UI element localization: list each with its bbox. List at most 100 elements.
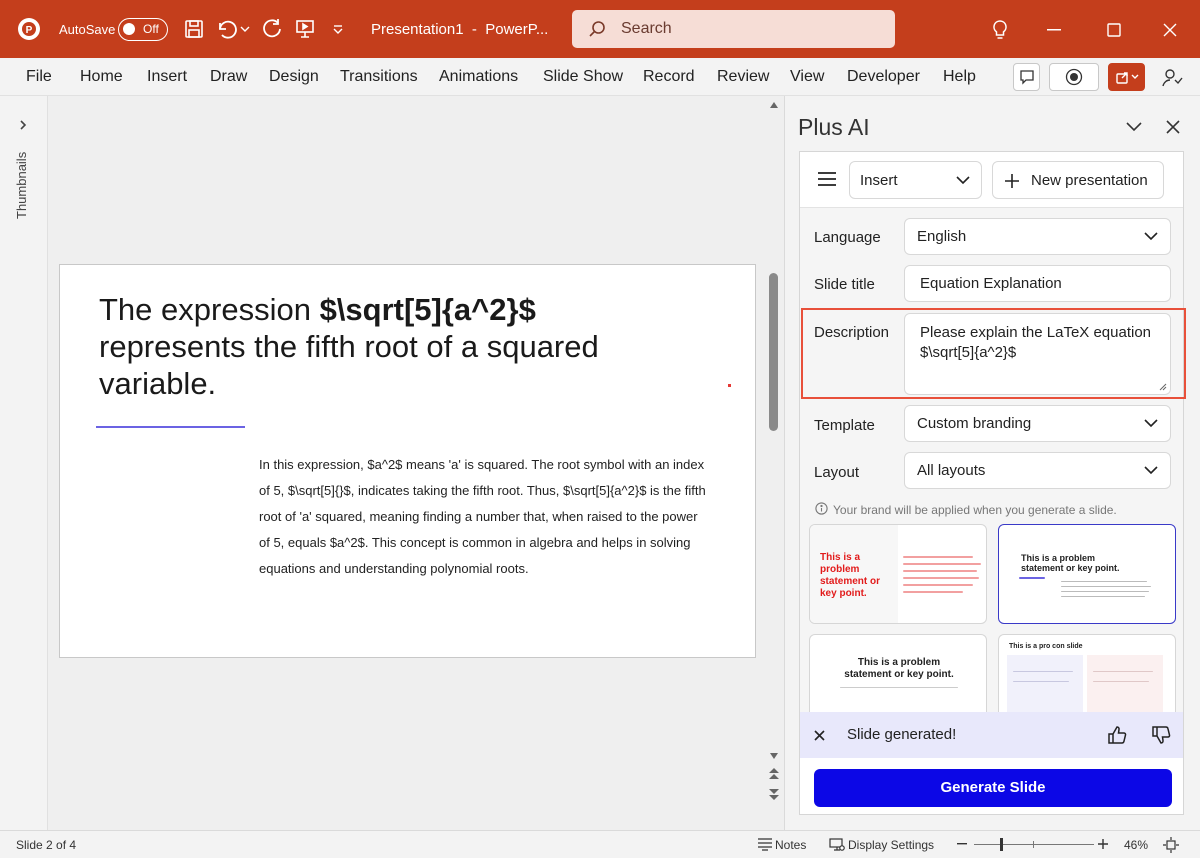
lightbulb-icon[interactable] (990, 19, 1010, 41)
share-button[interactable] (1108, 63, 1145, 91)
slide-generated-toast: Slide generated! (800, 712, 1183, 758)
copilot-person-icon[interactable] (1160, 66, 1184, 90)
menu-file[interactable]: File (26, 68, 52, 86)
zoom-level[interactable]: 46% (1124, 838, 1148, 852)
fit-to-window-icon[interactable] (1162, 836, 1180, 854)
thumb-line (903, 556, 973, 558)
slide-title-input[interactable]: Equation Explanation (904, 265, 1171, 302)
minimize-icon[interactable] (1044, 20, 1064, 40)
menu-design[interactable]: Design (269, 68, 319, 86)
zoom-slider[interactable] (974, 838, 1094, 851)
slide-indicator: Slide 2 of 4 (16, 838, 77, 852)
display-settings-label[interactable]: Display Settings (848, 838, 934, 852)
slide-title[interactable]: The expression $\sqrt[5]{a^2}$ represents… (99, 291, 689, 402)
slide-body-text[interactable]: In this expression, $a^2$ means 'a' is s… (259, 452, 709, 582)
resize-handle-icon[interactable] (1158, 382, 1167, 391)
hamburger-menu-icon[interactable] (816, 169, 838, 189)
thumbnails-label[interactable]: Thumbnails (14, 152, 29, 219)
comments-button[interactable] (1013, 63, 1040, 91)
plus-ai-panel: Plus AI Insert New presentation Language (784, 96, 1200, 830)
previous-slide-icon[interactable] (767, 767, 781, 781)
autosave-label: AutoSave (59, 22, 116, 37)
thumb-line (1013, 681, 1069, 683)
template-thumb-3[interactable]: This is a problem statement or key point… (809, 634, 987, 712)
close-window-icon[interactable] (1160, 20, 1180, 40)
template-thumb-2[interactable]: This is a problem statement or key point… (998, 524, 1176, 624)
thumb-line (903, 563, 981, 565)
thumb-line (1061, 586, 1151, 588)
scroll-up-arrow-icon[interactable] (768, 100, 780, 110)
template-value: Custom branding (917, 415, 1032, 432)
menu-home[interactable]: Home (80, 68, 123, 86)
language-label: Language (814, 229, 881, 246)
record-button[interactable] (1049, 63, 1099, 91)
display-settings-icon[interactable] (828, 837, 846, 853)
redo-icon[interactable] (260, 18, 284, 40)
generate-slide-button[interactable]: Generate Slide (814, 769, 1172, 807)
scrollbar-thumb[interactable] (769, 273, 778, 431)
zoom-out-icon[interactable] (957, 839, 967, 849)
notes-icon[interactable] (756, 836, 774, 852)
menu-record[interactable]: Record (643, 68, 695, 86)
vertical-scrollbar[interactable] (764, 96, 784, 830)
customize-quick-access-icon[interactable] (330, 22, 346, 38)
svg-text:P: P (26, 25, 33, 36)
brand-note: Your brand will be applied when you gene… (833, 503, 1117, 517)
zoom-slider-thumb[interactable] (1000, 838, 1003, 851)
notes-label[interactable]: Notes (775, 838, 806, 852)
thumb-line (1061, 591, 1149, 593)
template-thumb-4[interactable]: This is a pro con slide (998, 634, 1176, 712)
menu-view[interactable]: View (790, 68, 824, 86)
slide-editing-area: The expression $\sqrt[5]{a^2}$ represents… (48, 96, 784, 830)
insert-dropdown[interactable]: Insert (849, 161, 982, 199)
language-select[interactable]: English (904, 218, 1171, 255)
new-presentation-label: New presentation (1031, 172, 1148, 189)
save-icon[interactable] (183, 18, 205, 40)
menu-transitions[interactable]: Transitions (340, 68, 418, 86)
slide-canvas[interactable]: The expression $\sqrt[5]{a^2}$ represents… (59, 264, 756, 658)
autosave-toggle[interactable]: Off (118, 18, 168, 41)
ribbon-tabs: File Home Insert Draw Design Transitions… (0, 58, 1200, 96)
maximize-icon[interactable] (1104, 20, 1124, 40)
scroll-down-arrow-icon[interactable] (768, 751, 780, 761)
new-presentation-button[interactable]: New presentation (992, 161, 1164, 199)
menu-draw[interactable]: Draw (210, 68, 247, 86)
thumb-line (1093, 671, 1153, 673)
search-box[interactable]: Search (572, 10, 895, 48)
panel-title: Plus AI (798, 114, 870, 140)
language-value: English (917, 228, 967, 245)
powerpoint-app-icon[interactable]: P (17, 17, 41, 41)
panel-options-chevron-icon[interactable] (1125, 120, 1143, 134)
layout-select[interactable]: All layouts (904, 452, 1171, 489)
menu-review[interactable]: Review (717, 68, 769, 86)
template-select[interactable]: Custom branding (904, 405, 1171, 442)
next-slide-icon[interactable] (767, 787, 781, 801)
thumb-line (1061, 596, 1145, 598)
plus-ai-content: Insert New presentation Language English… (799, 151, 1186, 815)
menu-developer[interactable]: Developer (847, 68, 920, 86)
template-thumb-1[interactable]: This is a problem statement or key point… (809, 524, 987, 624)
status-bar: Slide 2 of 4 Notes Display Settings 46% (0, 830, 1200, 858)
document-title[interactable]: Presentation1 - PowerP... (371, 21, 548, 38)
thumbs-up-icon[interactable] (1106, 724, 1128, 746)
undo-dropdown-icon[interactable] (240, 24, 250, 34)
slide-accent-line (96, 426, 245, 428)
zoom-slider-center-mark (1033, 841, 1034, 848)
description-label: Description (814, 324, 890, 341)
menu-animations[interactable]: Animations (439, 68, 518, 86)
menu-help[interactable]: Help (943, 68, 976, 86)
template-label: Template (814, 417, 875, 434)
thumb-4-text: This is a pro con slide (1009, 643, 1083, 650)
thumbs-down-icon[interactable] (1150, 724, 1172, 746)
panel-close-icon[interactable] (1165, 119, 1181, 135)
menu-insert[interactable]: Insert (147, 68, 187, 86)
expand-thumbnails-icon[interactable] (16, 118, 30, 132)
thumb-line (903, 577, 979, 579)
description-textarea[interactable]: Please explain the LaTeX equation $\sqrt… (904, 313, 1171, 395)
thumb-1-text: This is a problem statement or key point… (820, 552, 881, 599)
present-from-start-icon[interactable] (293, 18, 317, 40)
menu-slide-show[interactable]: Slide Show (543, 68, 623, 86)
undo-icon[interactable] (215, 18, 239, 40)
zoom-in-icon[interactable] (1098, 839, 1108, 849)
dismiss-toast-icon[interactable] (813, 729, 825, 741)
